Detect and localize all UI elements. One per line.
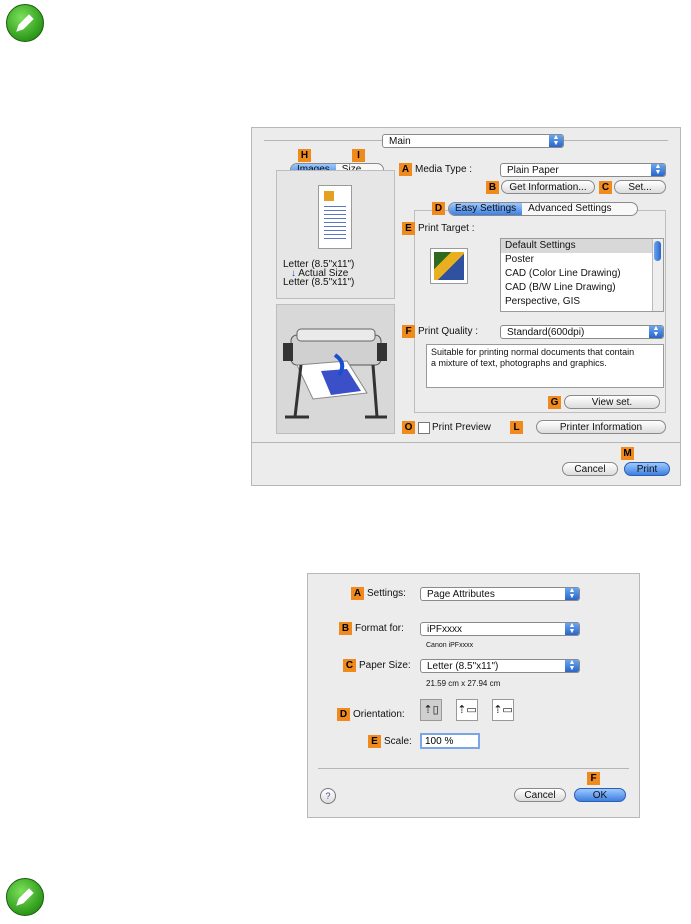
tag-c: C [599,181,612,194]
orientation-landscape-reverse-icon[interactable]: ⇡▭ [492,699,514,721]
print-preview-checkbox[interactable] [418,422,430,434]
list-item[interactable]: Poster [501,253,663,267]
printer-image-panel [276,304,395,434]
preview-size-output: Letter (8.5"x11") [283,277,355,288]
page-preview [318,185,352,249]
media-type-label: Media Type : [415,164,473,175]
tag-i: I [352,149,365,162]
tag-e: E [368,735,381,748]
tag-d: D [337,708,350,721]
set-button[interactable]: Set... [614,180,666,194]
tag-d: D [432,202,445,215]
get-information-button[interactable]: Get Information... [501,180,595,194]
orientation-label: Orientation: [353,709,405,720]
list-item[interactable]: CAD (Color Line Drawing) [501,267,663,281]
print-target-label: Print Target : [418,223,475,234]
tag-a: A [399,163,412,176]
print-quality-description: Suitable for printing normal documents t… [426,344,664,388]
list-item[interactable]: CAD (B/W Line Drawing) [501,281,663,295]
orientation-landscape-icon[interactable]: ⇡▭ [456,699,478,721]
tag-h: H [298,149,311,162]
print-quality-select[interactable]: Standard(600dpi) ▲ ▼ [500,325,664,339]
orientation-portrait-icon[interactable]: ⇡▯ [420,699,442,721]
view-set-button[interactable]: View set. [564,395,660,409]
print-target-list[interactable]: Default Settings Poster CAD (Color Line … [500,238,664,312]
print-dialog: Main▲▼ H I Images Size Letter (8.5"x11")… [251,127,681,486]
paper-dimensions-text: 21.59 cm x 27.94 cm [426,679,501,688]
list-item[interactable]: Perspective, GIS [501,295,663,309]
print-quality-label: Print Quality : [418,326,479,337]
list-item[interactable]: Default Settings [501,239,663,253]
print-button[interactable]: Print [624,462,670,476]
print-preview-label: Print Preview [432,422,491,433]
paper-size-label: Paper Size: [359,660,411,671]
tag-f: F [587,772,600,785]
tab-easy-settings[interactable]: Easy Settings [449,203,523,215]
format-for-label: Format for: [355,623,404,634]
tag-c: C [343,659,356,672]
tag-f: F [402,325,415,338]
settings-tabs: Easy Settings Advanced Settings [448,202,638,216]
page-setup-dialog: A Settings: Page Attributes ▲ ▼ B Format f… [307,573,640,818]
tag-b: B [486,181,499,194]
tag-b: B [339,622,352,635]
cancel-button[interactable]: Cancel [514,788,566,802]
tag-g: G [548,396,561,409]
note-pencil-icon [6,4,44,42]
print-target-thumbnail [430,248,468,284]
tag-a: A [351,587,364,600]
printer-illustration [283,328,387,419]
tag-m: M [621,447,634,460]
note-pencil-icon [6,878,44,916]
ok-button[interactable]: OK [574,788,626,802]
tab-advanced-settings[interactable]: Advanced Settings [522,203,617,215]
paper-size-select[interactable]: Letter (8.5"x11") ▲ ▼ [420,659,580,673]
printer-information-button[interactable]: Printer Information [536,420,666,434]
list-scrollbar[interactable] [652,239,663,311]
settings-label: Settings: [367,588,406,599]
preview-panel: Letter (8.5"x11") ↓ Actual Size Letter (… [276,170,395,299]
cancel-button[interactable]: Cancel [562,462,618,476]
tag-o: O [402,421,415,434]
settings-select[interactable]: Page Attributes ▲ ▼ [420,587,580,601]
scale-input[interactable] [420,733,480,749]
tag-l: L [510,421,523,434]
help-button[interactable]: ? [320,788,336,804]
scale-label: Scale: [384,736,412,747]
format-for-select[interactable]: iPFxxxx ▲ ▼ [420,622,580,636]
printer-model-text: Canon iPFxxxx [426,642,474,649]
tag-e: E [402,222,415,235]
panel-select[interactable]: Main ▲ ▼ [382,134,564,148]
media-type-select[interactable]: Plain Paper ▲ ▼ [500,163,666,177]
